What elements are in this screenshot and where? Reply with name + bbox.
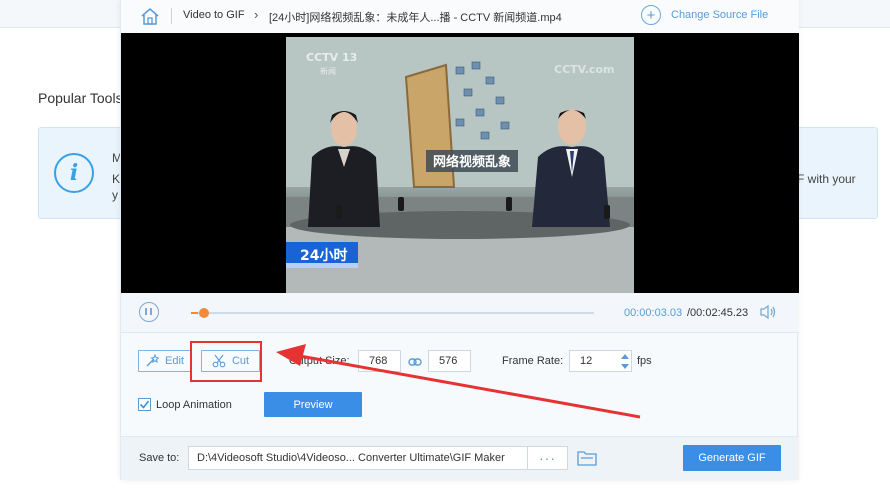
generate-gif-button[interactable]: Generate GIF	[683, 445, 781, 471]
channel-sub: 新闻	[320, 66, 336, 76]
total-time: /00:02:45.23	[687, 307, 749, 319]
home-icon[interactable]	[139, 6, 161, 26]
save-to-label: Save to:	[139, 452, 180, 464]
output-height-input[interactable]: 576	[428, 350, 471, 372]
program-tag: 24小时	[300, 247, 347, 264]
progress-track[interactable]	[191, 308, 594, 318]
popular-tools-heading: Popular Tools	[38, 90, 123, 106]
info-text-line2-end: F with your	[797, 172, 856, 186]
browse-path-button[interactable]: ···	[528, 446, 568, 470]
header-divider	[171, 8, 172, 24]
breadcrumb-root[interactable]: Video to GIF	[183, 9, 245, 21]
banner-text: 网络视频乱象	[433, 154, 511, 170]
save-path-field[interactable]: D:\4Videosoft Studio\4Videoso... Convert…	[188, 446, 528, 470]
link-icon[interactable]	[408, 357, 422, 367]
info-icon: i	[54, 153, 94, 193]
loop-animation-checkbox[interactable]	[138, 398, 151, 411]
frame-rate-stepper[interactable]	[619, 351, 631, 373]
news-scene: 网络视频乱象 CCTV 13 新闻 CCTV.com 24小时	[286, 37, 634, 293]
breadcrumb-file: [24小时]网络视频乱象：未成年人...播 - CCTV 新闻频道.mp4	[269, 12, 562, 24]
loop-animation-label: Loop Animation	[156, 399, 232, 411]
pause-icon[interactable]	[139, 302, 159, 322]
cctv-watermark: CCTV.com	[554, 63, 614, 76]
checkmark-icon	[139, 400, 150, 409]
frame-rate-label: Frame Rate:	[502, 355, 564, 367]
info-text-line3: y	[112, 188, 118, 202]
output-width-input[interactable]: 768	[358, 350, 401, 372]
magic-wand-icon	[146, 354, 160, 367]
annotation-highlight-box	[190, 341, 262, 382]
channel-logo: CCTV 13	[306, 51, 357, 64]
edit-button[interactable]: Edit	[138, 350, 191, 372]
change-source-label: Change Source File	[671, 9, 769, 21]
fps-label: fps	[637, 355, 652, 367]
video-frame: 网络视频乱象 CCTV 13 新闻 CCTV.com 24小时	[286, 37, 634, 293]
stepper-up-icon[interactable]	[621, 354, 629, 359]
volume-icon[interactable]	[759, 304, 777, 320]
plus-circle-icon: +	[641, 5, 661, 25]
dialog-header: Video to GIF › [24小时]网络视频乱象：未成年人...播 - C…	[121, 0, 799, 33]
info-text-line2: K	[112, 172, 121, 186]
progress-thumb[interactable]	[199, 308, 210, 318]
current-time: 00:00:03.03	[624, 307, 683, 319]
output-size-label: Output Size:	[289, 355, 350, 367]
save-footer: Save to: D:\4Videosoft Studio\4Videoso..…	[121, 436, 799, 480]
chevron-right-icon: ›	[254, 7, 259, 22]
video-preview[interactable]: 网络视频乱象 CCTV 13 新闻 CCTV.com 24小时	[121, 33, 799, 293]
change-source-file-button[interactable]: + Change Source File	[641, 4, 768, 26]
progress-fill	[191, 312, 199, 314]
preview-button[interactable]: Preview	[264, 392, 362, 417]
edit-label: Edit	[165, 355, 184, 367]
video-to-gif-dialog: Video to GIF › [24小时]网络视频乱象：未成年人...播 - C…	[120, 0, 799, 480]
playback-controls: 00:00:03.03 /00:02:45.23	[121, 293, 799, 333]
stepper-down-icon[interactable]	[621, 364, 629, 369]
folder-icon[interactable]	[577, 449, 597, 466]
